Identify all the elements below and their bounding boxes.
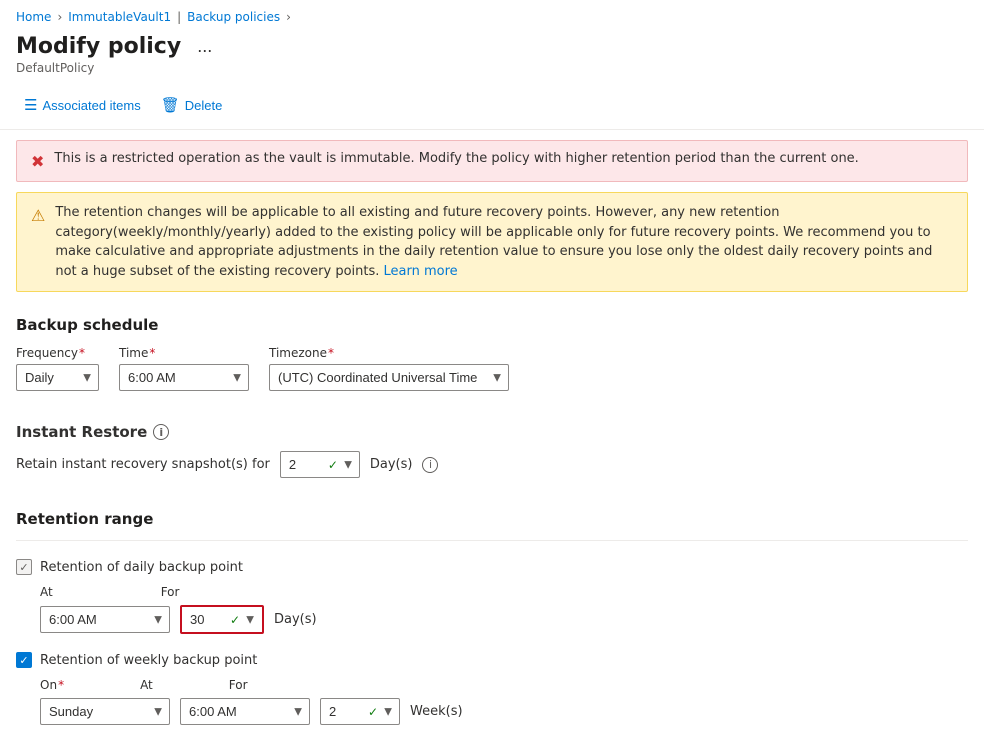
instant-restore-info-icon[interactable]: i (153, 424, 169, 440)
daily-unit-label: Day(s) (274, 612, 317, 627)
delete-button[interactable]: 🗑 Delete (153, 91, 231, 119)
snapshot-days-select[interactable]: 1 2 3 4 5 (280, 451, 360, 478)
schedule-form-row: Frequency* Daily Weekly ▼ Time* 6:00 AM … (16, 346, 968, 391)
list-icon: ☰ (24, 96, 37, 114)
days-unit-label: Day(s) (370, 457, 413, 472)
time-label: Time* (119, 346, 249, 360)
instant-restore-row: Retain instant recovery snapshot(s) for … (16, 451, 968, 478)
daily-at-select-wrapper: 6:00 AM ▼ (40, 606, 170, 633)
breadcrumb: Home › ImmutableVault1 | Backup policies… (0, 0, 984, 30)
daily-retention-fields: At For 6:00 AM ▼ 30 ✓ ▼ Day(s) (40, 585, 968, 634)
snapshot-days-wrapper: 1 2 3 4 5 ✓ ▼ (280, 451, 360, 478)
weekly-field-labels: On* At For (40, 678, 968, 692)
page-header: Modify policy ... (0, 30, 984, 61)
error-icon: ✖ (31, 152, 44, 171)
weekly-for-wrapper: 2 ✓ ▼ (320, 698, 400, 725)
page-subtitle: DefaultPolicy (0, 61, 984, 85)
delete-label: Delete (185, 98, 223, 113)
associated-items-label: Associated items (42, 98, 140, 113)
weekly-on-label: On* (40, 678, 64, 692)
frequency-select[interactable]: Daily Weekly (16, 364, 99, 391)
retention-range-section: Retention range (0, 496, 984, 553)
daily-for-label: For (161, 585, 180, 599)
retention-range-title: Retention range (16, 510, 968, 528)
weekly-for-select[interactable]: 2 (320, 698, 400, 725)
breadcrumb-home[interactable]: Home (16, 10, 51, 24)
instant-restore-header: Instant Restore i (16, 423, 968, 441)
toolbar: ☰ Associated items 🗑 Delete (0, 85, 984, 130)
backup-schedule-section: Backup schedule Frequency* Daily Weekly … (0, 302, 984, 409)
timezone-select-wrapper: (UTC) Coordinated Universal Time (UTC-05… (269, 364, 509, 391)
error-text: This is a restricted operation as the va… (54, 151, 858, 166)
delete-icon: 🗑 (161, 96, 180, 114)
daily-at-label: At (40, 585, 53, 599)
weekly-retention-section: Retention of weekly backup point On* At … (0, 652, 984, 743)
timezone-select[interactable]: (UTC) Coordinated Universal Time (UTC-05… (269, 364, 509, 391)
timezone-group: Timezone* (UTC) Coordinated Universal Ti… (269, 346, 509, 391)
backup-schedule-title: Backup schedule (16, 316, 968, 334)
daily-for-select[interactable]: 30 (182, 607, 262, 632)
weekly-at-select-wrapper: 6:00 AM ▼ (180, 698, 310, 725)
weekly-on-select[interactable]: Sunday Monday Tuesday Wednesday Thursday… (40, 698, 170, 725)
warning-icon: ⚠ (31, 204, 45, 228)
page-title: Modify policy (16, 34, 181, 59)
instant-restore-title-text: Instant Restore (16, 423, 147, 441)
warning-alert: ⚠ The retention changes will be applicab… (16, 192, 968, 292)
weekly-inputs-row: Sunday Monday Tuesday Wednesday Thursday… (40, 698, 968, 725)
frequency-group: Frequency* Daily Weekly ▼ (16, 346, 99, 391)
weekly-checkbox[interactable] (16, 652, 32, 668)
daily-retention-label: Retention of daily backup point (40, 560, 243, 575)
time-group: Time* 6:00 AM 12:00 PM 6:00 PM ▼ (119, 346, 249, 391)
weekly-retention-label: Retention of weekly backup point (40, 653, 257, 668)
weekly-unit-label: Week(s) (410, 704, 463, 719)
daily-checkbox[interactable] (16, 559, 32, 575)
frequency-label: Frequency* (16, 346, 99, 360)
associated-items-button[interactable]: ☰ Associated items (16, 91, 149, 119)
daily-at-select[interactable]: 6:00 AM (40, 606, 170, 633)
retain-label: Retain instant recovery snapshot(s) for (16, 457, 270, 472)
daily-field-labels: At For (40, 585, 968, 599)
frequency-select-wrapper: Daily Weekly ▼ (16, 364, 99, 391)
warning-text: The retention changes will be applicable… (55, 203, 953, 281)
retention-divider (16, 540, 968, 541)
time-select-wrapper: 6:00 AM 12:00 PM 6:00 PM ▼ (119, 364, 249, 391)
weekly-on-select-wrapper: Sunday Monday Tuesday Wednesday Thursday… (40, 698, 170, 725)
timezone-label: Timezone* (269, 346, 509, 360)
weekly-checkbox-row: Retention of weekly backup point (16, 652, 968, 668)
weekly-for-label: For (229, 678, 248, 692)
breadcrumb-backup-policies[interactable]: Backup policies (187, 10, 280, 24)
daily-checkbox-row: Retention of daily backup point (16, 559, 968, 575)
daily-retention-section: Retention of daily backup point At For 6… (0, 553, 984, 652)
learn-more-link[interactable]: Learn more (384, 264, 458, 279)
time-select[interactable]: 6:00 AM 12:00 PM 6:00 PM (119, 364, 249, 391)
breadcrumb-vault[interactable]: ImmutableVault1 (68, 10, 171, 24)
instant-restore-section: Instant Restore i Retain instant recover… (0, 409, 984, 496)
more-options-button[interactable]: ... (191, 34, 218, 59)
daily-inputs-row: 6:00 AM ▼ 30 ✓ ▼ Day(s) (40, 605, 968, 634)
error-alert: ✖ This is a restricted operation as the … (16, 140, 968, 182)
weekly-retention-fields: On* At For Sunday Monday Tuesday Wednesd… (40, 678, 968, 725)
days-info-icon[interactable]: i (422, 457, 438, 473)
weekly-at-label: At (140, 678, 153, 692)
weekly-at-select[interactable]: 6:00 AM (180, 698, 310, 725)
daily-for-wrapper: 30 ✓ ▼ (180, 605, 264, 634)
